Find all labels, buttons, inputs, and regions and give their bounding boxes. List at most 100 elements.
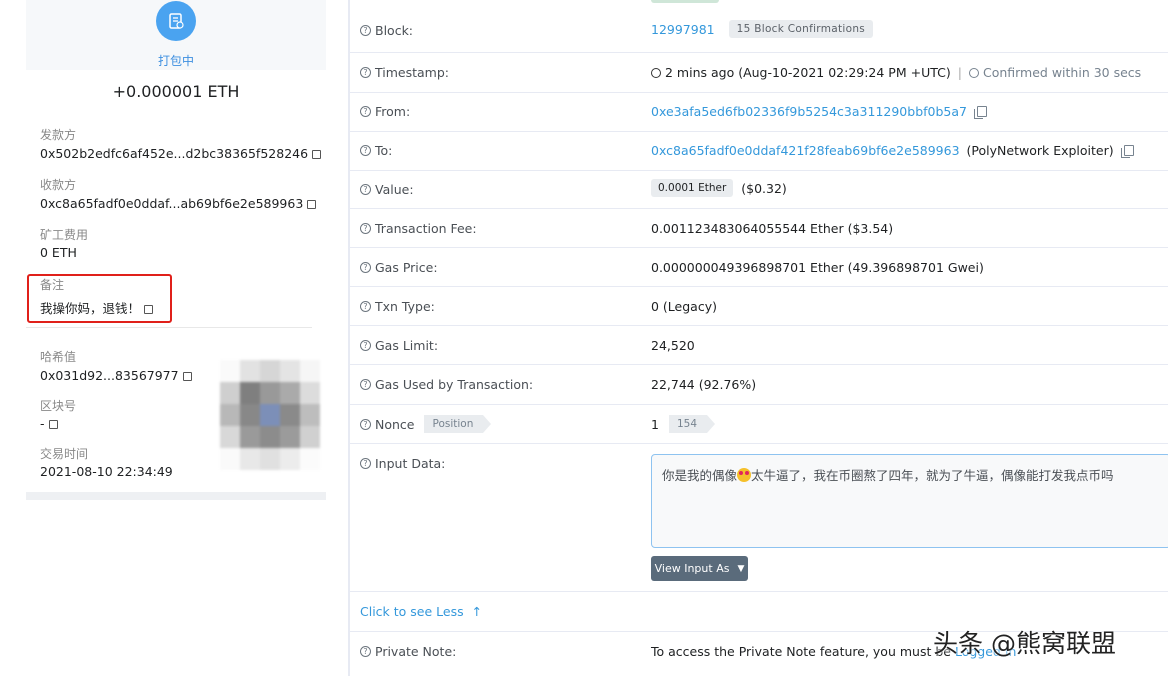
row-fee: ? Transaction Fee: 0.001123483064055544 E… — [350, 209, 1168, 248]
hash-value: 0x031d92...83567977 — [40, 368, 192, 383]
question-icon[interactable]: ? — [360, 340, 371, 351]
arrow-up-icon: ↑ — [471, 604, 483, 619]
see-less-text: Click to see Less — [360, 604, 464, 619]
row-label-text: Block: — [375, 23, 414, 38]
hash-text: 0x031d92...83567977 — [40, 368, 179, 383]
question-icon[interactable]: ? — [360, 223, 371, 234]
nonce-row-value: 1 154 — [651, 415, 716, 433]
wallet-panel: 打包中 +0.000001 ETH 发款方 0x502b2edfc6af452e… — [0, 0, 350, 676]
receiver-label: 收款方 — [40, 178, 77, 192]
hash-label: 哈希值 — [40, 350, 77, 364]
position-value-badge: 154 — [668, 415, 716, 433]
row-txn-type: ? Txn Type: 0 (Legacy) — [350, 287, 1168, 326]
copy-icon[interactable] — [1120, 145, 1134, 158]
row-label-text: Private Note: — [375, 644, 457, 659]
gas-limit-row-value: 24,520 — [651, 338, 695, 353]
address-tag: (PolyNetwork Exploiter) — [966, 143, 1114, 158]
time-value: 2021-08-10 22:34:49 — [40, 464, 173, 479]
pixelated-image — [220, 360, 320, 470]
question-icon[interactable]: ? — [360, 145, 371, 156]
row-gas-price: ? Gas Price: 0.000000049396898701 Ether (… — [350, 248, 1168, 287]
question-icon[interactable]: ? — [360, 646, 371, 657]
value-row-label: ? Value: — [360, 182, 414, 197]
copy-icon[interactable] — [182, 372, 192, 381]
fee-value: 0 ETH — [40, 245, 77, 260]
receiver-address: 0xc8a65fadf0e0ddaf...ab69bf6e2e589963 — [40, 196, 317, 211]
row-label-text: Gas Price: — [375, 260, 438, 275]
private-note-text: To access the Private Note feature, you … — [651, 644, 951, 659]
watermark: 头条 @熊窝联盟 — [933, 629, 1116, 658]
clock-icon — [968, 67, 979, 78]
row-nonce: ? Nonce Position 1 154 — [350, 405, 1168, 444]
row-label-text: Nonce — [375, 416, 415, 432]
top-badge-stub — [651, 0, 719, 3]
input-data-textarea[interactable]: 你是我的偶像 太牛逼了，我在币圈熬了四年，就为了牛逼，偶像能打发我点币吗 — [651, 454, 1168, 548]
txn-type-row-value: 0 (Legacy) — [651, 299, 717, 314]
input-text-before: 你是我的偶像 — [662, 468, 738, 483]
divider — [26, 327, 312, 328]
nonce-row-label: ? Nonce Position — [360, 415, 492, 433]
row-gas-used: ? Gas Used by Transaction: 22,744 (92.76%… — [350, 365, 1168, 405]
copy-icon[interactable] — [48, 420, 58, 429]
gas-price-row-label: ? Gas Price: — [360, 260, 438, 275]
fee-row-label: ? Transaction Fee: — [360, 221, 477, 236]
timestamp-text: 2 mins ago (Aug-10-2021 02:29:24 PM +UTC… — [665, 65, 951, 80]
fee-row-value: 0.001123483064055544 Ether ($3.54) — [651, 221, 894, 236]
question-icon[interactable]: ? — [360, 25, 371, 36]
panel-footer — [26, 492, 326, 500]
row-value: ? Value: 0.0001 Ether ($0.32) — [350, 171, 1168, 209]
block-number-link[interactable]: 12997981 — [651, 22, 715, 37]
question-icon[interactable]: ? — [360, 458, 371, 469]
question-icon[interactable]: ? — [360, 418, 371, 430]
copy-icon[interactable] — [974, 106, 987, 119]
to-row-value: 0xc8a65fadf0e0ddaf421f28feab69bf6e2e5899… — [651, 143, 1134, 158]
input-data-row-label: ? Input Data: — [360, 456, 445, 471]
from-address-link[interactable]: 0xe3afa5ed6fb02336f9b5254c3a311290bbf0b5… — [651, 104, 967, 119]
receiver-address-text: 0xc8a65fadf0e0ddaf...ab69bf6e2e589963 — [40, 196, 304, 211]
row-timestamp: ? Timestamp: 2 mins ago (Aug-10-2021 02:2… — [350, 53, 1168, 93]
pending-document-icon — [156, 1, 196, 41]
timestamp-row-label: ? Timestamp: — [360, 65, 449, 80]
copy-icon[interactable] — [312, 150, 322, 159]
question-icon[interactable]: ? — [360, 262, 371, 273]
view-input-as-label: View Input As — [654, 562, 730, 575]
position-badge: Position — [424, 415, 492, 433]
row-gas-limit: ? Gas Limit: 24,520 — [350, 326, 1168, 365]
question-icon[interactable]: ? — [360, 379, 371, 390]
private-note-row-label: ? Private Note: — [360, 644, 456, 659]
sender-address: 0x502b2edfc6af452e...d2bc38365f528246 — [40, 146, 322, 161]
row-label-text: Value: — [375, 182, 414, 197]
question-icon[interactable]: ? — [360, 301, 371, 312]
value-row-value: 0.0001 Ether ($0.32) — [651, 179, 787, 197]
usd-value: ($0.32) — [741, 180, 787, 196]
gas-used-row-value: 22,744 (92.76%) — [651, 377, 757, 392]
clock-icon — [651, 67, 661, 78]
status-label: 打包中 — [157, 54, 194, 68]
see-less-link[interactable]: Click to see Less ↑ — [360, 604, 482, 619]
timestamp-row-value: 2 mins ago (Aug-10-2021 02:29:24 PM +UTC… — [651, 65, 1141, 80]
memo-highlight-box — [27, 274, 172, 323]
view-input-as-button[interactable]: View Input As ▼ — [651, 556, 748, 581]
copy-icon[interactable] — [307, 200, 317, 209]
fee-label: 矿工费用 — [40, 228, 89, 242]
row-from: ? From: 0xe3afa5ed6fb02336f9b5254c3a31129… — [350, 93, 1168, 132]
row-label-text: From: — [375, 104, 411, 119]
from-row-label: ? From: — [360, 104, 410, 119]
from-row-value: 0xe3afa5ed6fb02336f9b5254c3a311290bbf0b5… — [651, 104, 987, 119]
row-label-text: Txn Type: — [375, 299, 435, 314]
to-row-label: ? To: — [360, 143, 392, 158]
ether-value-pill: 0.0001 Ether — [651, 179, 734, 197]
question-icon[interactable]: ? — [360, 184, 371, 195]
question-icon[interactable]: ? — [360, 67, 371, 78]
block-number-text: - — [40, 416, 45, 431]
sender-address-text: 0x502b2edfc6af452e...d2bc38365f528246 — [40, 146, 309, 161]
separator: | — [957, 65, 962, 80]
to-address-link[interactable]: 0xc8a65fadf0e0ddaf421f28feab69bf6e2e5899… — [651, 143, 960, 158]
block-row-value: 12997981 15 Block Confirmations — [651, 20, 874, 38]
question-icon[interactable]: ? — [360, 106, 371, 117]
chevron-down-icon: ▼ — [737, 563, 745, 574]
row-label-text: Input Data: — [375, 456, 446, 471]
row-to: ? To: 0xc8a65fadf0e0ddaf421f28feab69bf6e2… — [350, 132, 1168, 171]
block-label: 区块号 — [40, 399, 77, 413]
row-block: ? Block: 12997981 15 Block Confirmations — [350, 10, 1168, 53]
